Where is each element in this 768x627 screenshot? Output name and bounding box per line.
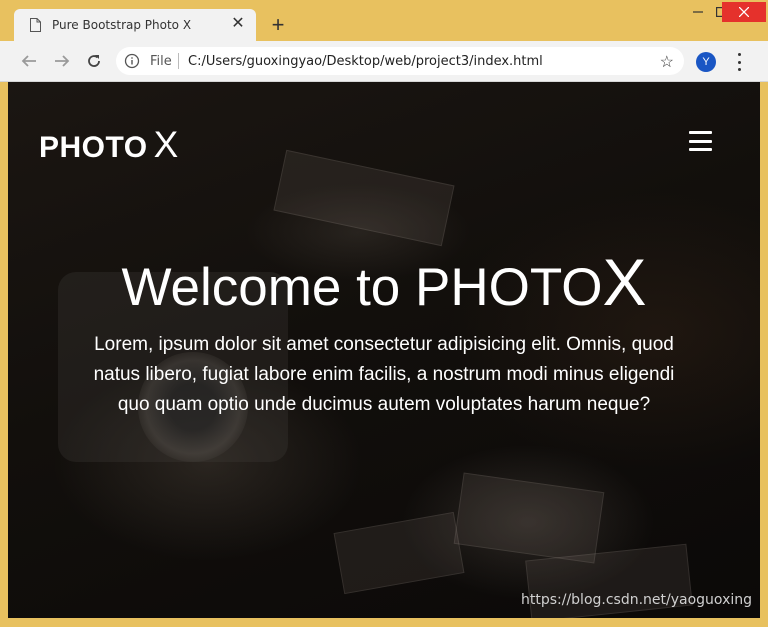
info-icon[interactable] (124, 53, 140, 69)
brand-x: X (153, 124, 179, 165)
browser-menu-icon[interactable] (735, 53, 743, 71)
background-photo-card (453, 472, 605, 564)
window-close-icon[interactable] (722, 2, 766, 22)
watermark: https://blog.csdn.net/yaoguoxing (520, 592, 752, 608)
browser-toolbar: File C:/Users/guoxingyao/Desktop/web/pro… (0, 41, 768, 82)
hamburger-menu-icon[interactable] (689, 131, 712, 151)
hero-title-x: X (602, 245, 647, 319)
url-separator (178, 53, 179, 69)
hero-title-main: Welcome to PHOTO (121, 258, 603, 317)
browser-titlebar: Pure Bootstrap Photo X ✕ + (0, 0, 768, 41)
new-tab-button[interactable]: + (268, 14, 288, 36)
forward-arrow-icon[interactable] (52, 51, 72, 71)
bookmark-star-icon[interactable]: ☆ (660, 52, 674, 72)
background-photo-card (273, 149, 455, 247)
background-photo-card (333, 511, 465, 595)
tab-title: Pure Bootstrap Photo X (52, 18, 192, 32)
brand-logo[interactable]: PHOTO X (39, 124, 178, 166)
page-icon (30, 18, 41, 32)
back-arrow-icon[interactable] (19, 51, 39, 71)
address-bar[interactable]: File C:/Users/guoxingyao/Desktop/web/pro… (116, 47, 684, 75)
tab-close-icon[interactable]: ✕ (230, 16, 246, 32)
browser-tab[interactable]: Pure Bootstrap Photo X ✕ (14, 9, 256, 41)
brand-word: PHOTO (39, 131, 148, 164)
url-scheme-label: File (150, 54, 172, 69)
profile-avatar[interactable]: Y (696, 52, 716, 72)
hero-title: Welcome to PHOTOX (8, 244, 760, 320)
hero-text: Lorem, ipsum dolor sit amet consectetur … (93, 334, 675, 415)
reload-icon[interactable] (84, 51, 104, 71)
page-viewport: PHOTO X Welcome to PHOTOX Lorem, ipsum do… (8, 82, 760, 618)
url-text[interactable]: C:/Users/guoxingyao/Desktop/web/project3… (188, 54, 543, 69)
